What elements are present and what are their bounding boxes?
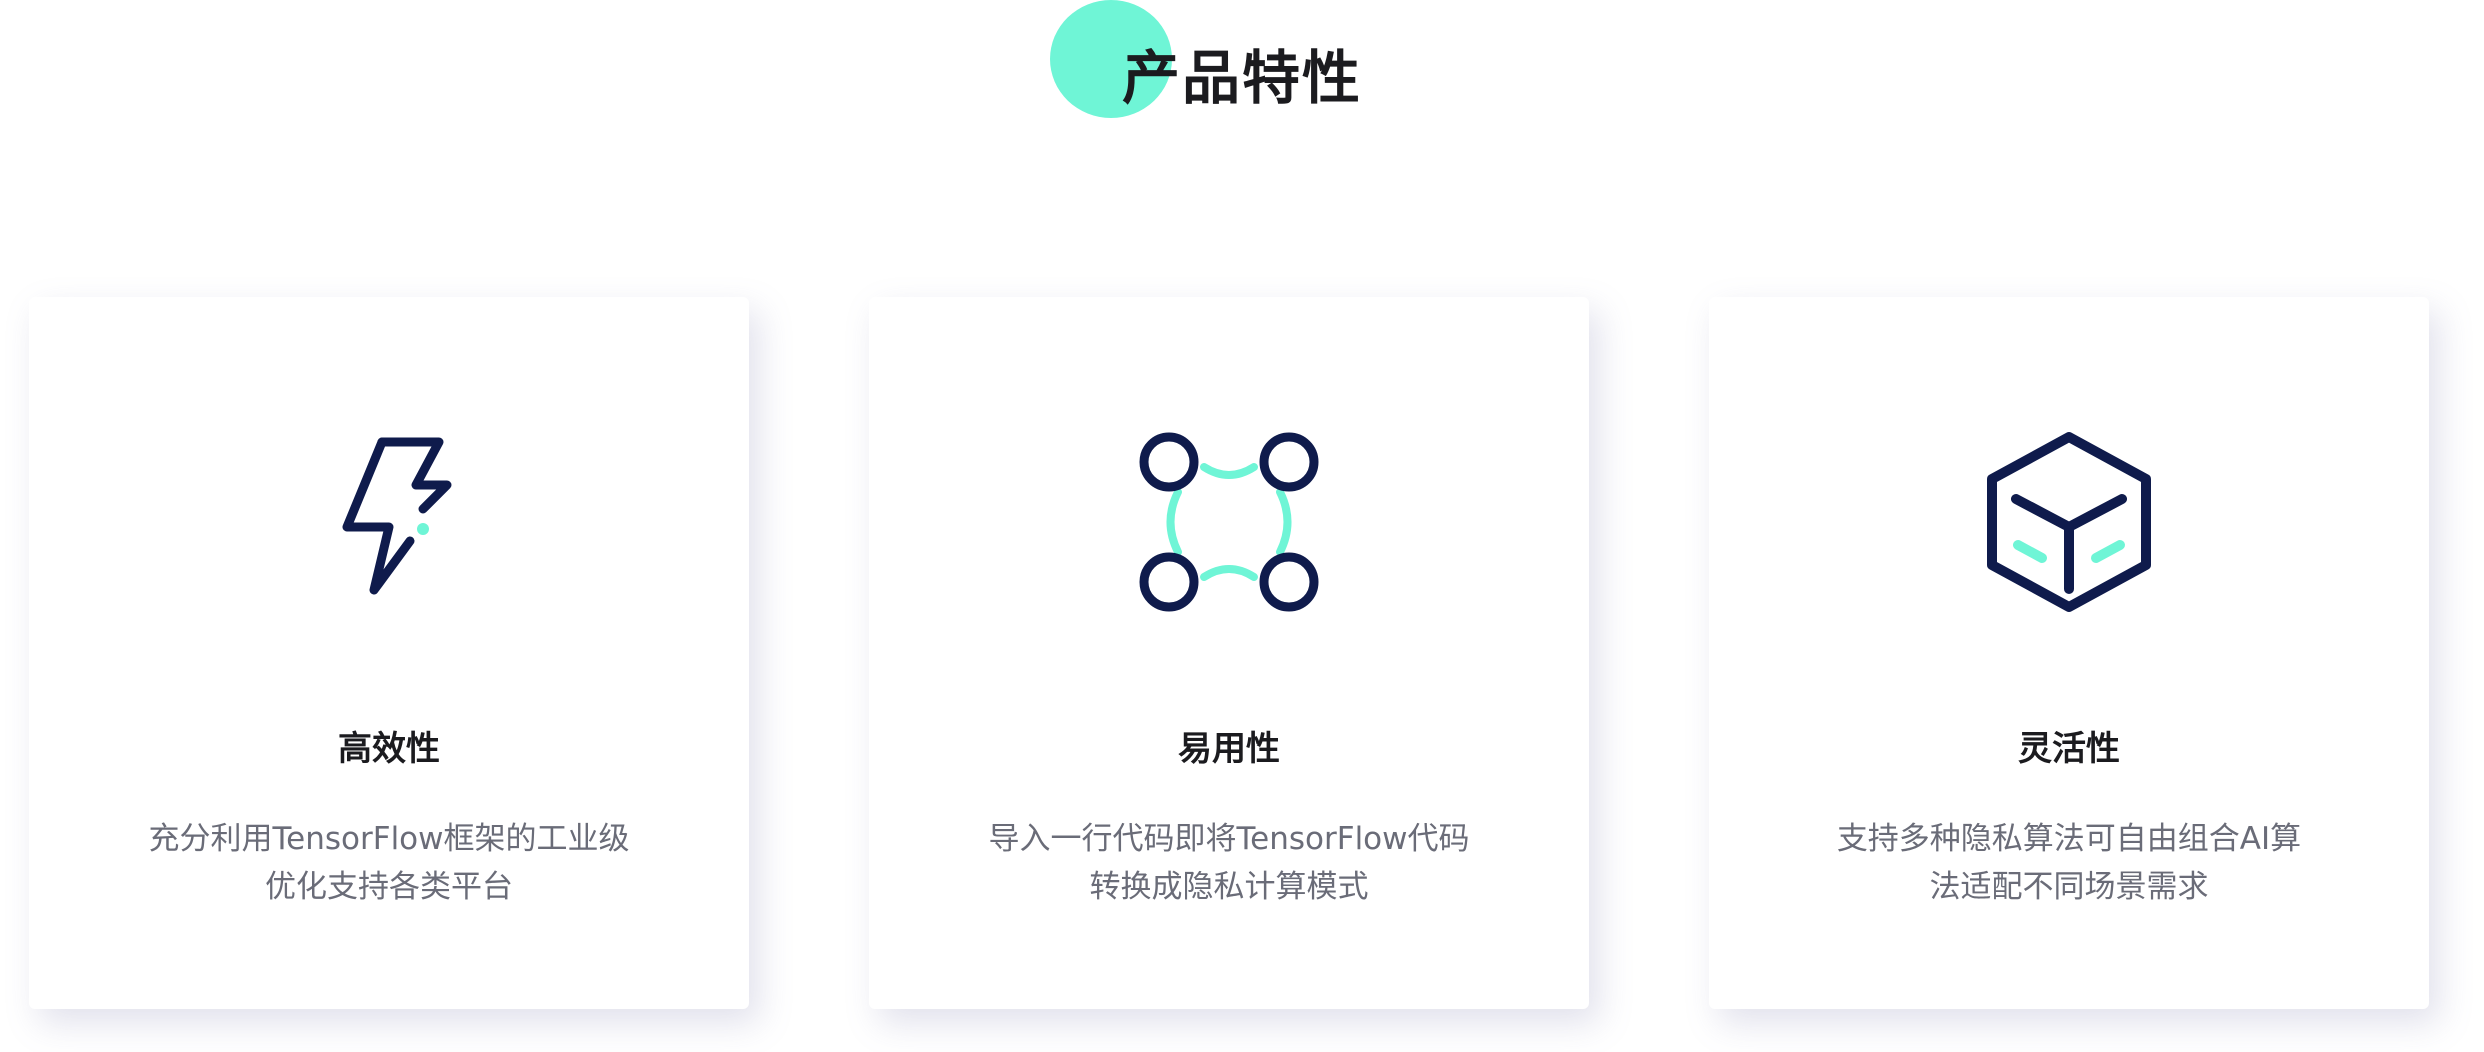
section-title: 产品特性 bbox=[1121, 44, 1362, 112]
feature-card-flexibility: 灵活性 支持多种隐私算法可自由组合AI算 法适配不同场景需求 bbox=[1709, 297, 2429, 1009]
feature-title: 灵活性 bbox=[2018, 729, 2120, 769]
feature-description-line: 法适配不同场景需求 bbox=[1929, 869, 2209, 905]
section-header: 产品特性 bbox=[0, 0, 2484, 140]
feature-description: 导入一行代码即将TensorFlow代码 转换成隐私计算模式 bbox=[929, 815, 1529, 911]
cube-icon bbox=[1969, 427, 2169, 627]
feature-description-line: 充分利用TensorFlow框架的工业级 bbox=[148, 821, 630, 857]
feature-description: 支持多种隐私算法可自由组合AI算 法适配不同场景需求 bbox=[1769, 815, 2369, 911]
feature-cards: 高效性 充分利用TensorFlow框架的工业级 优化支持各类平台 易用性 导入… bbox=[0, 297, 2484, 1009]
feature-card-efficiency: 高效性 充分利用TensorFlow框架的工业级 优化支持各类平台 bbox=[29, 297, 749, 1009]
feature-description-line: 支持多种隐私算法可自由组合AI算 bbox=[1836, 821, 2302, 857]
feature-description-line: 转换成隐私计算模式 bbox=[1089, 869, 1369, 905]
feature-description-line: 导入一行代码即将TensorFlow代码 bbox=[988, 821, 1470, 857]
feature-title: 易用性 bbox=[1178, 729, 1280, 769]
feature-card-usability: 易用性 导入一行代码即将TensorFlow代码 转换成隐私计算模式 bbox=[869, 297, 1589, 1009]
lightning-bolt-icon bbox=[289, 427, 489, 627]
feature-title: 高效性 bbox=[338, 729, 440, 769]
feature-description-line: 优化支持各类平台 bbox=[265, 869, 513, 905]
network-nodes-icon bbox=[1129, 427, 1329, 627]
feature-description: 充分利用TensorFlow框架的工业级 优化支持各类平台 bbox=[89, 815, 689, 911]
